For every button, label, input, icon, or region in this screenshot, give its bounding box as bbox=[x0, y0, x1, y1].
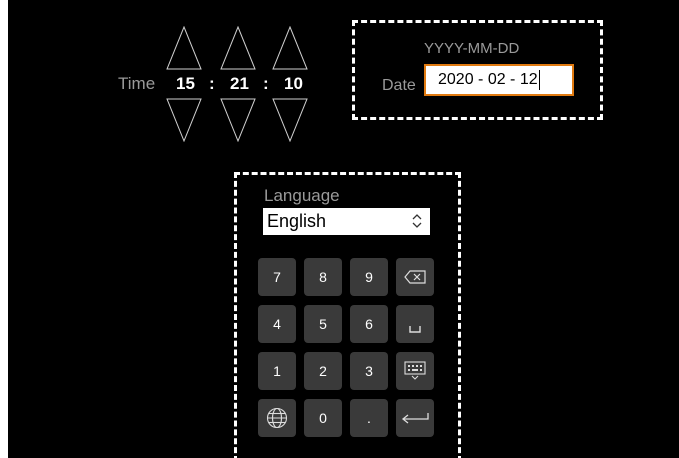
time-separator: : bbox=[263, 74, 269, 93]
key-6[interactable]: 6 bbox=[350, 305, 388, 343]
date-value: 2020 - 02 - 12 bbox=[438, 71, 538, 88]
key-9[interactable]: 9 bbox=[350, 258, 388, 296]
hide-keyboard-key[interactable] bbox=[396, 352, 434, 390]
minutes-up-arrow-icon[interactable] bbox=[220, 26, 256, 70]
updown-chevron-icon bbox=[412, 214, 422, 228]
date-input[interactable]: 2020 - 02 - 12 bbox=[424, 64, 574, 96]
key-1[interactable]: 1 bbox=[258, 352, 296, 390]
key-5[interactable]: 5 bbox=[304, 305, 342, 343]
seconds-up-arrow-icon[interactable] bbox=[272, 26, 308, 70]
keyboard-icon bbox=[404, 361, 426, 380]
seconds-value[interactable]: 10 bbox=[284, 74, 303, 94]
enter-key[interactable] bbox=[396, 399, 434, 437]
seconds-down-arrow-icon[interactable] bbox=[272, 98, 308, 142]
minutes-value[interactable]: 21 bbox=[230, 74, 249, 94]
date-format-hint: YYYY-MM-DD bbox=[424, 40, 520, 57]
space-icon bbox=[409, 326, 421, 333]
globe-icon bbox=[266, 407, 288, 429]
language-selected: English bbox=[267, 211, 327, 231]
time-label: Time bbox=[118, 74, 156, 93]
minutes-down-arrow-icon[interactable] bbox=[220, 98, 256, 142]
text-caret bbox=[538, 70, 540, 90]
hours-up-arrow-icon[interactable] bbox=[166, 26, 202, 70]
screen: Time 15 : 21 : 10 YYYY-MM-DD Date 2020 -… bbox=[8, 0, 679, 458]
key-0[interactable]: 0 bbox=[304, 399, 342, 437]
backspace-icon bbox=[404, 270, 426, 284]
language-switch-key[interactable] bbox=[258, 399, 296, 437]
hours-down-arrow-icon[interactable] bbox=[166, 98, 202, 142]
hours-value[interactable]: 15 bbox=[176, 74, 195, 94]
enter-icon bbox=[401, 413, 429, 424]
key-3[interactable]: 3 bbox=[350, 352, 388, 390]
language-label: Language bbox=[264, 186, 340, 205]
key-8[interactable]: 8 bbox=[304, 258, 342, 296]
backspace-key[interactable] bbox=[396, 258, 434, 296]
language-select[interactable]: English bbox=[263, 208, 430, 235]
key-7[interactable]: 7 bbox=[258, 258, 296, 296]
key-2[interactable]: 2 bbox=[304, 352, 342, 390]
time-separator: : bbox=[209, 74, 215, 93]
space-key[interactable] bbox=[396, 305, 434, 343]
key-4[interactable]: 4 bbox=[258, 305, 296, 343]
date-label: Date bbox=[382, 77, 416, 94]
key-dot[interactable]: . bbox=[350, 399, 388, 437]
